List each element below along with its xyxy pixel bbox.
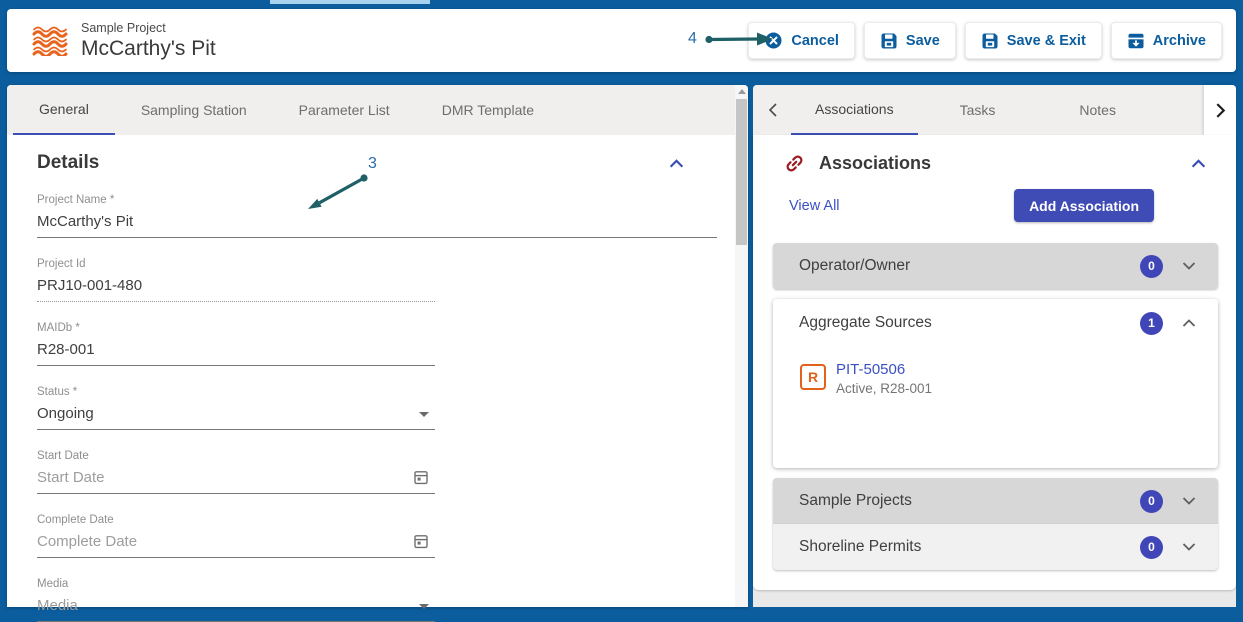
scrollbar-thumb[interactable] [736, 99, 747, 245]
header-bar: Sample Project McCarthy's Pit Cancel Sav… [7, 9, 1236, 72]
right-tab-bar: Associations Tasks Notes [753, 85, 1236, 135]
field-media[interactable]: Media Media [37, 577, 435, 622]
side-panel: Associations Tasks Notes Associations Vi… [753, 85, 1236, 607]
count-badge: 1 [1140, 312, 1163, 335]
field-start-date[interactable]: Start Date Start Date [37, 449, 435, 494]
calendar-icon[interactable] [413, 469, 429, 485]
details-collapse-chevron-up-icon[interactable] [669, 159, 684, 168]
calendar-icon[interactable] [413, 533, 429, 549]
field-placeholder[interactable]: Complete Date [37, 531, 435, 558]
archive-icon [1127, 32, 1145, 50]
field-label: Media [37, 577, 435, 591]
associations-title: Associations [819, 153, 931, 174]
annotation-arrow-3 [300, 172, 380, 218]
main-form-panel: General Sampling Station Parameter List … [7, 85, 748, 607]
group-label: Aggregate Sources [799, 314, 932, 332]
left-tab-bar: General Sampling Station Parameter List … [7, 85, 748, 135]
annotation-arrow-4 [702, 28, 777, 50]
save-button[interactable]: Save [864, 22, 956, 59]
scrollbar-up-arrow-icon[interactable] [738, 89, 746, 94]
page-title: McCarthy's Pit [81, 37, 216, 61]
tab-tasks[interactable]: Tasks [918, 85, 1038, 135]
field-complete-date[interactable]: Complete Date Complete Date [37, 513, 435, 558]
field-value[interactable]: Ongoing [37, 403, 435, 430]
accordion-aggregate-sources[interactable]: Aggregate Sources 1 [773, 299, 1218, 347]
tab-sampling-station[interactable]: Sampling Station [115, 85, 273, 135]
field-label: MAIDb * [37, 321, 435, 335]
save-icon [981, 32, 999, 50]
group-label: Shoreline Permits [799, 538, 921, 556]
annotation-number-3: 3 [368, 155, 377, 173]
associations-card: Associations View All Add Association Op… [753, 135, 1236, 590]
field-label: Start Date [37, 449, 435, 463]
accordion-shoreline-permits[interactable]: Shoreline Permits 0 [773, 524, 1218, 570]
count-badge: 0 [1140, 255, 1163, 278]
field-value[interactable]: R28-001 [37, 339, 435, 366]
group-label: Sample Projects [799, 492, 912, 510]
accordion-aggregate-sources-expanded: Aggregate Sources 1 R PIT-50506 Active, … [773, 299, 1218, 468]
tab-general[interactable]: General [13, 85, 115, 135]
count-badge: 0 [1140, 536, 1163, 559]
save-icon [880, 32, 898, 50]
field-label: Complete Date [37, 513, 435, 527]
annotation-number-4: 4 [688, 30, 697, 48]
view-all-link[interactable]: View All [789, 198, 840, 214]
field-project-id: Project Id PRJ10-001-480 [37, 257, 435, 302]
association-item-link[interactable]: PIT-50506 [836, 361, 932, 378]
top-edge-fragment [270, 0, 430, 4]
chevron-down-icon[interactable] [1182, 543, 1196, 551]
chevron-down-icon[interactable] [1182, 497, 1196, 505]
tab-associations[interactable]: Associations [791, 85, 918, 135]
chevron-down-icon[interactable] [1182, 262, 1196, 270]
association-list-item: R PIT-50506 Active, R28-001 [773, 347, 1218, 396]
dropdown-caret-icon[interactable] [419, 412, 429, 417]
details-title: Details [37, 152, 99, 174]
add-association-button[interactable]: Add Association [1014, 189, 1154, 222]
left-panel-scrollbar[interactable] [735, 85, 748, 607]
resource-r-icon: R [800, 364, 826, 390]
tab-dmr-template[interactable]: DMR Template [416, 85, 560, 135]
tab-notes[interactable]: Notes [1037, 85, 1158, 135]
archive-button[interactable]: Archive [1111, 22, 1222, 59]
header-actions: Cancel Save Save & Exit Archive [748, 22, 1222, 59]
field-status[interactable]: Status * Ongoing [37, 385, 435, 430]
save-and-exit-button[interactable]: Save & Exit [965, 22, 1102, 59]
chevron-up-icon[interactable] [1182, 319, 1196, 327]
field-maidb[interactable]: MAIDb * R28-001 [37, 321, 435, 366]
link-icon [783, 152, 806, 175]
count-badge: 0 [1140, 490, 1163, 513]
field-value: PRJ10-001-480 [37, 275, 435, 302]
field-placeholder[interactable]: Media [37, 595, 435, 622]
accordion-operator-owner[interactable]: Operator/Owner 0 [773, 243, 1218, 289]
waves-brand-icon [31, 25, 69, 56]
tab-parameter-list[interactable]: Parameter List [273, 85, 416, 135]
field-label: Project Id [37, 257, 435, 271]
tabs-scroll-right-chevron-icon[interactable] [1204, 85, 1236, 135]
accordion-sample-projects[interactable]: Sample Projects 0 [773, 478, 1218, 524]
field-label: Status * [37, 385, 435, 399]
association-item-subtitle: Active, R28-001 [836, 381, 932, 396]
associations-accordion: Operator/Owner 0 Aggregate Sources 1 R [773, 243, 1218, 570]
group-label: Operator/Owner [799, 257, 910, 275]
project-type-label: Sample Project [81, 21, 216, 35]
tabs-scroll-left-chevron-icon[interactable] [753, 85, 791, 135]
associations-collapse-chevron-up-icon[interactable] [1191, 159, 1206, 168]
field-placeholder[interactable]: Start Date [37, 467, 435, 494]
